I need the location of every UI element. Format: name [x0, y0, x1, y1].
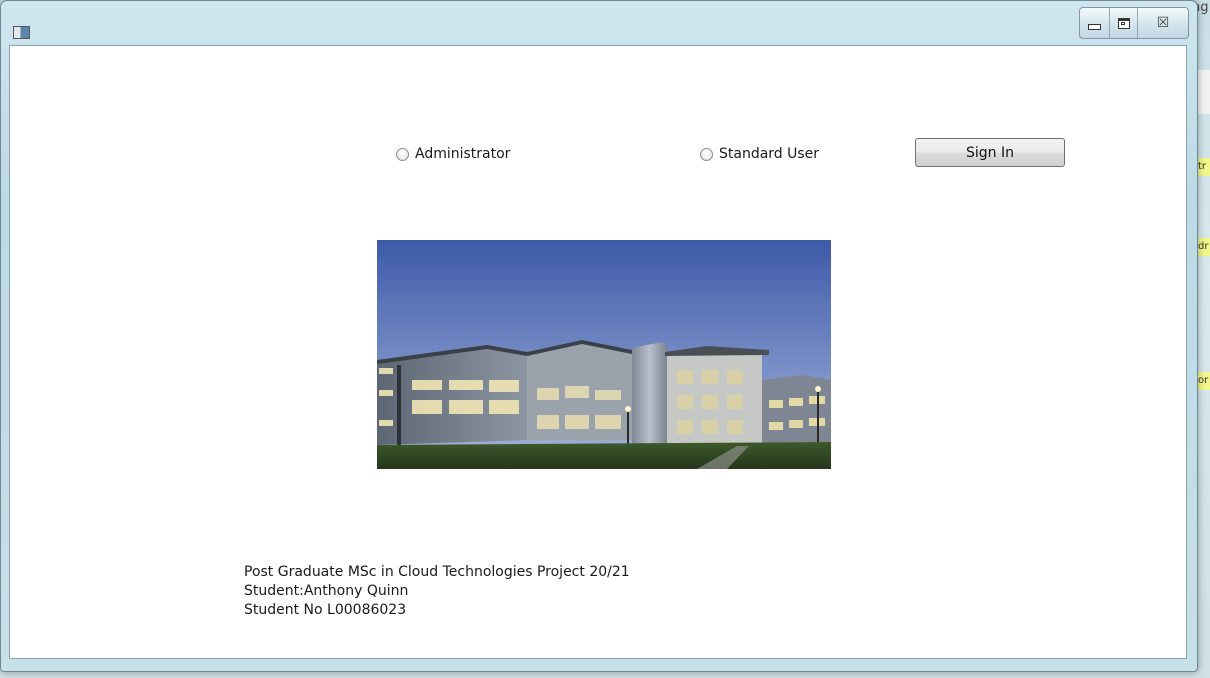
minimize-button[interactable] [1080, 8, 1110, 38]
window-app-icon[interactable] [13, 26, 30, 39]
campus-building-photo [377, 240, 831, 469]
title-bar[interactable]: ☒ [1, 1, 1197, 45]
standard-user-radio[interactable]: Standard User [700, 146, 819, 162]
radio-circle-icon[interactable] [700, 147, 713, 161]
minimize-icon [1088, 24, 1101, 30]
standard-user-label: Standard User [719, 146, 820, 162]
sign-in-button[interactable]: Sign In [915, 138, 1065, 167]
close-button[interactable]: ☒ [1138, 8, 1188, 38]
project-info: Post Graduate MSc in Cloud Technologies … [244, 563, 630, 620]
close-icon: ☒ [1156, 15, 1170, 31]
maximize-button[interactable] [1110, 8, 1138, 38]
caption-buttons: ☒ [1079, 7, 1189, 39]
administrator-radio[interactable]: Administrator [396, 146, 510, 162]
login-window: ☒ Administrator Standard User Sign In Po… [0, 0, 1198, 672]
client-area: Administrator Standard User Sign In Post… [9, 45, 1187, 659]
administrator-label: Administrator [415, 146, 511, 162]
project-title-text: Post Graduate MSc in Cloud Technologies … [244, 564, 630, 580]
radio-circle-icon[interactable] [396, 147, 409, 161]
student-name-text: Student:Anthony Quinn [244, 583, 409, 599]
maximize-icon [1117, 17, 1130, 29]
student-number-text: Student No L00086023 [244, 602, 407, 618]
